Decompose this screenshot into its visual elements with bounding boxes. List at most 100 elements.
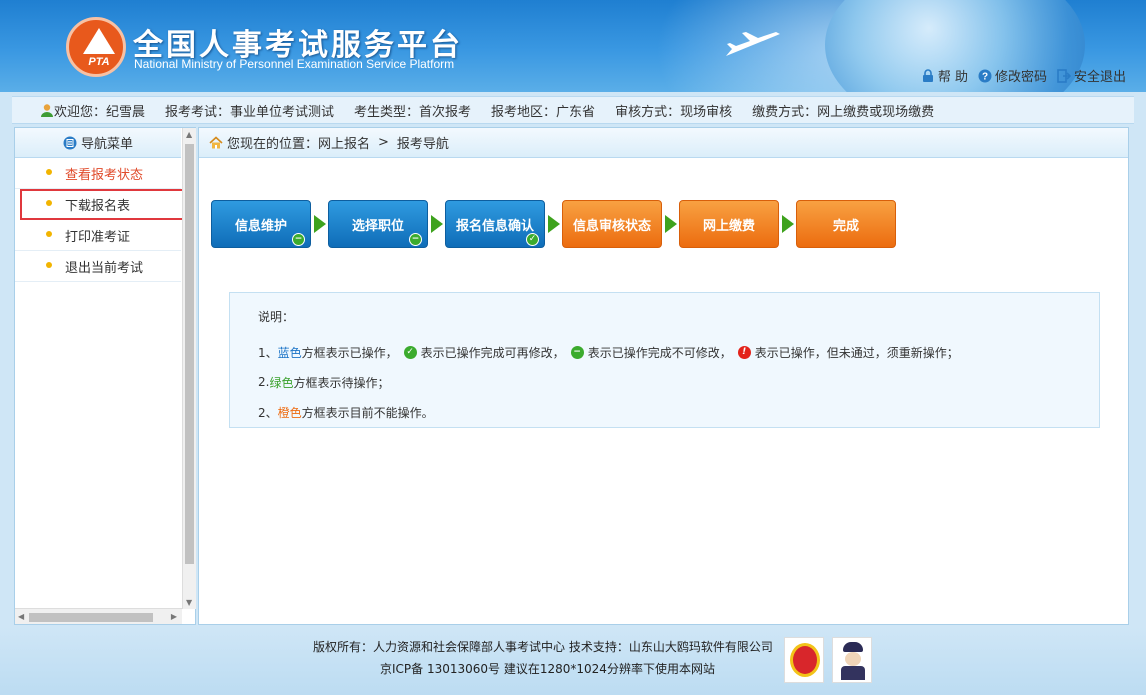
sidebar-item-label: 查看报考状态 xyxy=(65,167,144,183)
line-text: 方框表示目前不能操作。 xyxy=(301,405,434,420)
step-label: 信息维护 xyxy=(234,218,287,234)
scroll-up-icon[interactable]: ▲ xyxy=(186,130,192,139)
nav-menu-label: 导航菜单 xyxy=(80,137,133,152)
footer: 版权所有：人力资源和社会保障部人事考试中心 技术支持：山东山大鸥玛软件有限公司 … xyxy=(0,627,1146,695)
help-link-label: 帮 助 xyxy=(937,70,968,85)
horizontal-scrollbar[interactable]: ◀ ▶ xyxy=(15,608,182,624)
check-icon: ✓ xyxy=(403,345,417,359)
explain-line-2: 2. 绿色 方框表示待操作； xyxy=(258,367,1099,397)
logo-text: PTA xyxy=(88,56,110,68)
header-banner: PTA 全国人事考试服务平台 National Ministry of Pers… xyxy=(0,0,1146,92)
explain-title: 说明： xyxy=(258,309,295,324)
breadcrumb: 您现在的位置：网上报名 > 报考导航 xyxy=(199,128,1128,158)
step-label: 选择职位 xyxy=(351,218,404,234)
explain-line-3: 2、 橙色 方框表示目前不能操作。 xyxy=(258,397,1099,427)
icp-text: 京ICP备 13013060号 建议在1280*1024分辨率下使用本网站 xyxy=(380,662,715,676)
review-text: 审核方式：现场审核 xyxy=(615,104,733,120)
orange-word: 橙色 xyxy=(277,405,302,420)
error-icon: ! xyxy=(737,345,751,359)
sidebar-item-view-status[interactable]: 查看报考状态 xyxy=(15,158,181,189)
step-label: 网上缴费 xyxy=(702,218,755,234)
nav-menu-title: 导航菜单 xyxy=(15,128,181,158)
arrow-right-icon xyxy=(431,215,443,233)
vertical-scrollbar[interactable]: ▲ ▼ xyxy=(182,128,196,609)
check-icon: ✓ xyxy=(526,233,539,246)
sidebar-item-label: 下载报名表 xyxy=(65,198,131,214)
payment-text: 缴费方式：网上缴费或现场缴费 xyxy=(752,104,935,120)
breadcrumb-prefix: 您现在的位置：网上报名 xyxy=(227,137,371,152)
bullet-icon xyxy=(46,231,52,237)
site-subtitle: National Ministry of Personnel Examinati… xyxy=(134,57,455,71)
region-text: 报考地区：广东省 xyxy=(491,104,596,120)
emblem-circle xyxy=(790,643,820,677)
arrow-right-icon xyxy=(782,215,794,233)
candidate-type-text: 考生类型：首次报考 xyxy=(354,104,472,120)
bullet-icon xyxy=(46,262,52,268)
airplane-icon xyxy=(726,32,780,56)
step-select-position[interactable]: 选择职位 − xyxy=(328,200,428,248)
change-password-label: 修改密码 xyxy=(994,70,1047,85)
logo-triangle-icon xyxy=(83,28,115,54)
menu-icon xyxy=(63,136,77,149)
blue-word: 蓝色 xyxy=(277,345,302,360)
sidebar-item-label: 打印准考证 xyxy=(65,229,131,245)
sidebar-item-label: 退出当前考试 xyxy=(65,260,144,276)
help-icon: ? xyxy=(978,69,992,82)
copyright-text: 版权所有：人力资源和社会保障部人事考试中心 技术支持：山东山大鸥玛软件有限公司 xyxy=(313,640,773,654)
police-hat xyxy=(843,642,863,652)
scroll-right-icon[interactable]: ▶ xyxy=(171,612,177,621)
arrow-right-icon xyxy=(548,215,560,233)
top-links: 帮 助 ? 修改密码 安全退出 xyxy=(921,66,1126,85)
step-confirm-info[interactable]: 报名信息确认 ✓ xyxy=(445,200,545,248)
main-panel: 您现在的位置：网上报名 > 报考导航 信息维护 − 选择职位 − 报名信息确认 … xyxy=(198,127,1129,625)
line-text: 方框表示已操作， xyxy=(301,345,398,360)
sidebar-item-print-ticket[interactable]: 打印准考证 xyxy=(15,220,181,251)
arrow-right-icon xyxy=(665,215,677,233)
arrow-right-icon xyxy=(314,215,326,233)
line-prefix: 2、 xyxy=(258,405,278,420)
step-info-maintenance[interactable]: 信息维护 − xyxy=(211,200,311,248)
scroll-left-icon[interactable]: ◀ xyxy=(18,612,24,621)
sidebar-item-download-form[interactable]: 下载报名表 xyxy=(20,189,186,220)
change-password-link[interactable]: ? 修改密码 xyxy=(978,66,1047,85)
scroll-thumb[interactable] xyxy=(185,144,194,564)
icon1-text: 表示已操作完成可再修改， xyxy=(420,345,565,360)
police-body xyxy=(841,666,865,680)
sidebar: 导航菜单 查看报考状态 下载报名表 打印准考证 退出当前考试 ▲ ▼ ◀ ▶ xyxy=(14,127,196,625)
step-review-status[interactable]: 信息审核状态 xyxy=(562,200,662,248)
help-link[interactable]: 帮 助 xyxy=(921,66,968,85)
pta-logo: PTA xyxy=(66,17,126,77)
explain-line-1: 1、 蓝色 方框表示已操作， ✓ 表示已操作完成可再修改， − 表示已操作完成不… xyxy=(258,337,1099,367)
bullet-icon xyxy=(46,200,52,206)
lock-icon xyxy=(922,68,933,82)
step-online-payment[interactable]: 网上缴费 xyxy=(679,200,779,248)
hscroll-thumb[interactable] xyxy=(29,613,153,622)
home-icon xyxy=(209,135,223,148)
explanation-box: 说明： 1、 蓝色 方框表示已操作， ✓ 表示已操作完成可再修改， − 表示已操… xyxy=(229,292,1100,428)
logout-link[interactable]: 安全退出 xyxy=(1057,66,1126,85)
bullet-icon xyxy=(46,169,52,175)
step-label: 信息审核状态 xyxy=(572,218,651,234)
scroll-down-icon[interactable]: ▼ xyxy=(186,598,192,607)
green-word: 绿色 xyxy=(269,375,294,390)
welcome-text: 欢迎您：纪雪晨 xyxy=(54,104,146,120)
registration-steps: 信息维护 − 选择职位 − 报名信息确认 ✓ 信息审核状态 网上缴费 完成 xyxy=(211,200,896,248)
svg-text:?: ? xyxy=(982,71,988,82)
breadcrumb-current: 报考导航 xyxy=(396,137,449,152)
line-text: 方框表示待操作； xyxy=(293,375,390,390)
minus-icon: − xyxy=(409,233,422,246)
police-face xyxy=(845,652,861,666)
logout-icon xyxy=(1057,68,1071,83)
breadcrumb-separator: > xyxy=(378,135,389,150)
emblem-badge-icon[interactable] xyxy=(784,637,824,683)
icon3-text: 表示已操作，但未通过，须重新操作； xyxy=(754,345,959,360)
step-complete[interactable]: 完成 xyxy=(796,200,896,248)
exam-text: 报考考试：事业单位考试测试 xyxy=(165,104,335,120)
step-label: 完成 xyxy=(832,218,859,234)
minus-icon: − xyxy=(292,233,305,246)
sidebar-item-exit-exam[interactable]: 退出当前考试 xyxy=(15,251,181,282)
user-icon xyxy=(41,104,53,117)
nav-list: 查看报考状态 下载报名表 打印准考证 退出当前考试 xyxy=(15,158,186,282)
logout-label: 安全退出 xyxy=(1073,70,1126,85)
police-badge-icon[interactable] xyxy=(832,637,872,683)
